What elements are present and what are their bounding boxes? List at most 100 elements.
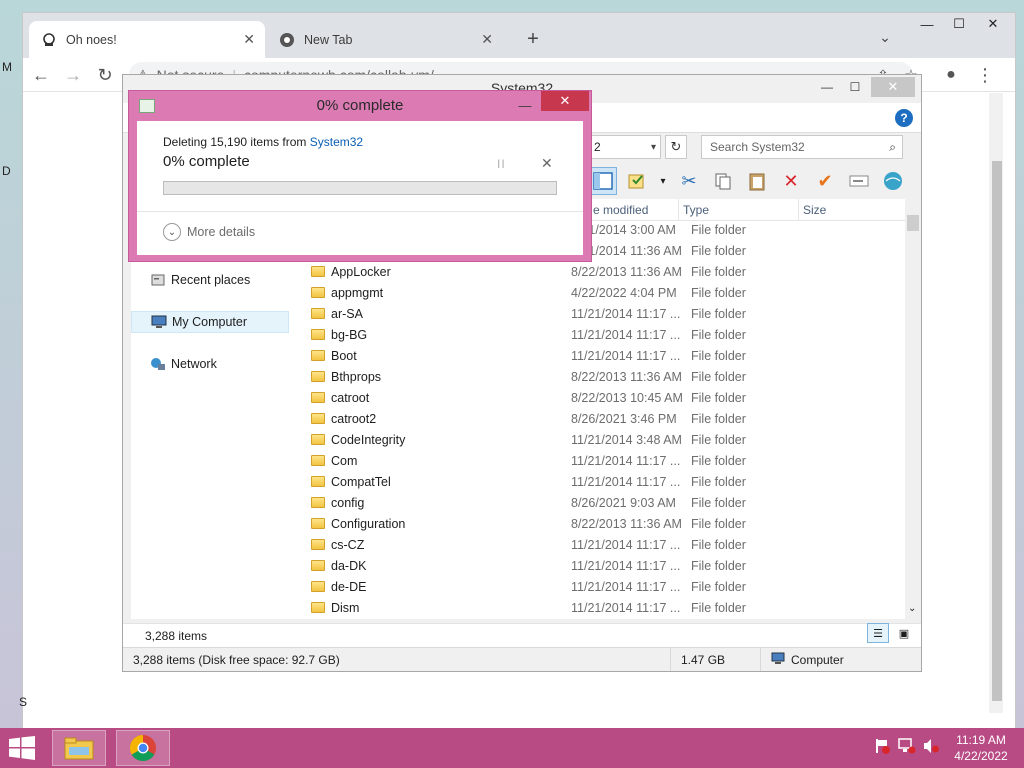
page-scrollbar-thumb[interactable] [992,161,1002,701]
help-icon[interactable]: ? [895,109,913,127]
file-row[interactable]: Boot 11/21/2014 11:17 ... File folder [301,345,905,366]
folder-icon [311,308,325,319]
column-date-modified[interactable]: e modified [589,199,679,220]
file-type: File folder [691,243,746,258]
file-name: Configuration [331,516,406,531]
details-view-icon[interactable]: ☰ [867,623,889,643]
close-tab-icon[interactable]: ✕ [481,31,493,48]
file-row[interactable]: bg-BG 11/21/2014 11:17 ... File folder [301,324,905,345]
folder-icon [311,539,325,550]
file-row[interactable]: Com 11/21/2014 11:17 ... File folder [301,450,905,471]
large-icons-view-icon[interactable]: ▣ [893,623,915,643]
start-button[interactable] [8,736,38,760]
file-row[interactable]: de-DE 11/21/2014 11:17 ... File folder [301,576,905,597]
system-clock[interactable]: 11:19 AM 4/22/2022 [944,732,1018,764]
minimize-button[interactable]: — [911,13,943,35]
file-type: File folder [691,579,746,594]
checkmark-icon[interactable]: ✔ [811,167,839,195]
tab-search-icon[interactable]: ⌄ [873,25,897,49]
file-type: File folder [691,432,746,447]
file-list-scrollbar-thumb[interactable] [907,215,919,231]
item-count: 3,288 items [145,628,208,643]
file-type: File folder [691,516,746,531]
chevron-down-icon[interactable]: ▾ [657,167,669,195]
dialog-close-button[interactable]: ✕ [541,91,589,111]
file-type: File folder [691,306,746,321]
menu-icon[interactable]: ⋮ [971,61,999,89]
delete-progress-dialog: 0% complete — ✕ Deleting 15,190 items fr… [128,90,592,262]
taskbar-file-explorer[interactable] [52,730,106,766]
file-name: AppLocker [331,264,391,279]
globe-icon[interactable] [879,167,907,195]
taskbar-chrome[interactable] [116,730,170,766]
file-row[interactable]: AppLocker 8/22/2013 11:36 AM File folder [301,261,905,282]
nav-item-network[interactable]: Network [131,353,289,375]
search-input[interactable]: Search System32 ⌕ [701,135,903,159]
rename-icon[interactable] [845,167,873,195]
delete-prefix: Deleting 15,190 items from [163,135,307,149]
cancel-operation-button[interactable]: ✕ [541,155,553,172]
reload-icon[interactable]: ↻ [91,61,119,89]
edge-fragment-s: S [19,695,28,709]
nav-label: Network [171,357,217,371]
file-date: 8/22/2013 11:36 AM [571,516,682,531]
close-tab-icon[interactable]: ✕ [243,31,255,48]
pause-button[interactable]: II [497,157,506,171]
file-row[interactable]: catroot 8/22/2013 10:45 AM File folder [301,387,905,408]
file-row[interactable]: Dism 11/21/2014 11:17 ... File folder [301,597,905,618]
view-buttons: ☰ ▣ [867,623,915,643]
more-details-button[interactable]: ⌄ More details [163,223,255,241]
file-list-scrollbar[interactable] [905,211,921,619]
chevron-down-icon[interactable]: ▾ [651,142,656,153]
new-tab-button[interactable]: + [519,25,547,53]
folder-icon [311,266,325,277]
more-details-label: More details [187,225,256,239]
file-row[interactable]: appmgmt 4/22/2022 4:04 PM File folder [301,282,905,303]
forward-icon[interactable]: → [59,61,87,89]
tab-oh-noes[interactable]: Oh noes! ✕ [29,21,265,58]
back-icon[interactable]: ← [27,61,55,89]
action-center-icon[interactable] [874,738,890,757]
profile-icon[interactable]: ● [937,61,965,89]
preview-pane-icon[interactable] [589,167,617,195]
path-value: 2 [594,140,601,154]
file-date: 11/21/2014 11:17 ... [571,558,681,573]
explorer-maximize-button[interactable]: ☐ [843,77,867,97]
maximize-button[interactable]: ☐ [943,13,975,35]
file-date: 11/21/2014 11:17 ... [571,327,681,342]
scroll-down-icon[interactable]: ⌄ [908,603,916,614]
volume-muted-icon[interactable] [922,738,940,757]
explorer-minimize-button[interactable]: — [815,77,839,97]
file-row[interactable]: CodeIntegrity 11/21/2014 3:48 AM File fold… [301,429,905,450]
delete-icon[interactable]: ✕ [777,167,805,195]
cut-icon[interactable]: ✂ [675,167,703,195]
file-row[interactable]: CompatTel 11/21/2014 11:17 ... File folder [301,471,905,492]
column-size[interactable]: Size [799,199,905,220]
path-field[interactable]: 2 ▾ [589,135,661,159]
file-row[interactable]: cs-CZ 11/21/2014 11:17 ... File folder [301,534,905,555]
properties-icon[interactable] [623,167,651,195]
copy-icon[interactable] [709,167,737,195]
explorer-close-button[interactable]: ✕ [871,77,915,97]
paste-icon[interactable] [743,167,771,195]
nav-item-recent-places[interactable]: Recent places [131,269,289,291]
file-row[interactable]: Configuration 8/22/2013 11:36 AM File fold… [301,513,905,534]
nav-item-my-computer[interactable]: My Computer [131,311,289,333]
close-button[interactable]: ✕ [977,13,1009,35]
nav-label: My Computer [172,315,248,329]
column-type[interactable]: Type [679,199,799,220]
file-type: File folder [691,222,746,237]
file-row[interactable]: catroot2 8/26/2021 3:46 PM File folder [301,408,905,429]
file-type: File folder [691,285,746,300]
network-tray-icon[interactable] [898,738,916,757]
tab-new-tab[interactable]: New Tab ✕ [267,21,503,58]
source-link[interactable]: System32 [310,135,363,149]
dialog-minimize-button[interactable]: — [513,95,537,115]
refresh-button[interactable]: ↻ [665,135,687,159]
file-row[interactable]: da-DK 11/21/2014 11:17 ... File folder [301,555,905,576]
file-row[interactable]: Bthprops 8/22/2013 11:36 AM File folder [301,366,905,387]
file-type: File folder [691,390,746,405]
file-row[interactable]: config 8/26/2021 9:03 AM File folder [301,492,905,513]
dialog-divider [137,211,583,212]
file-row[interactable]: ar-SA 11/21/2014 11:17 ... File folder [301,303,905,324]
